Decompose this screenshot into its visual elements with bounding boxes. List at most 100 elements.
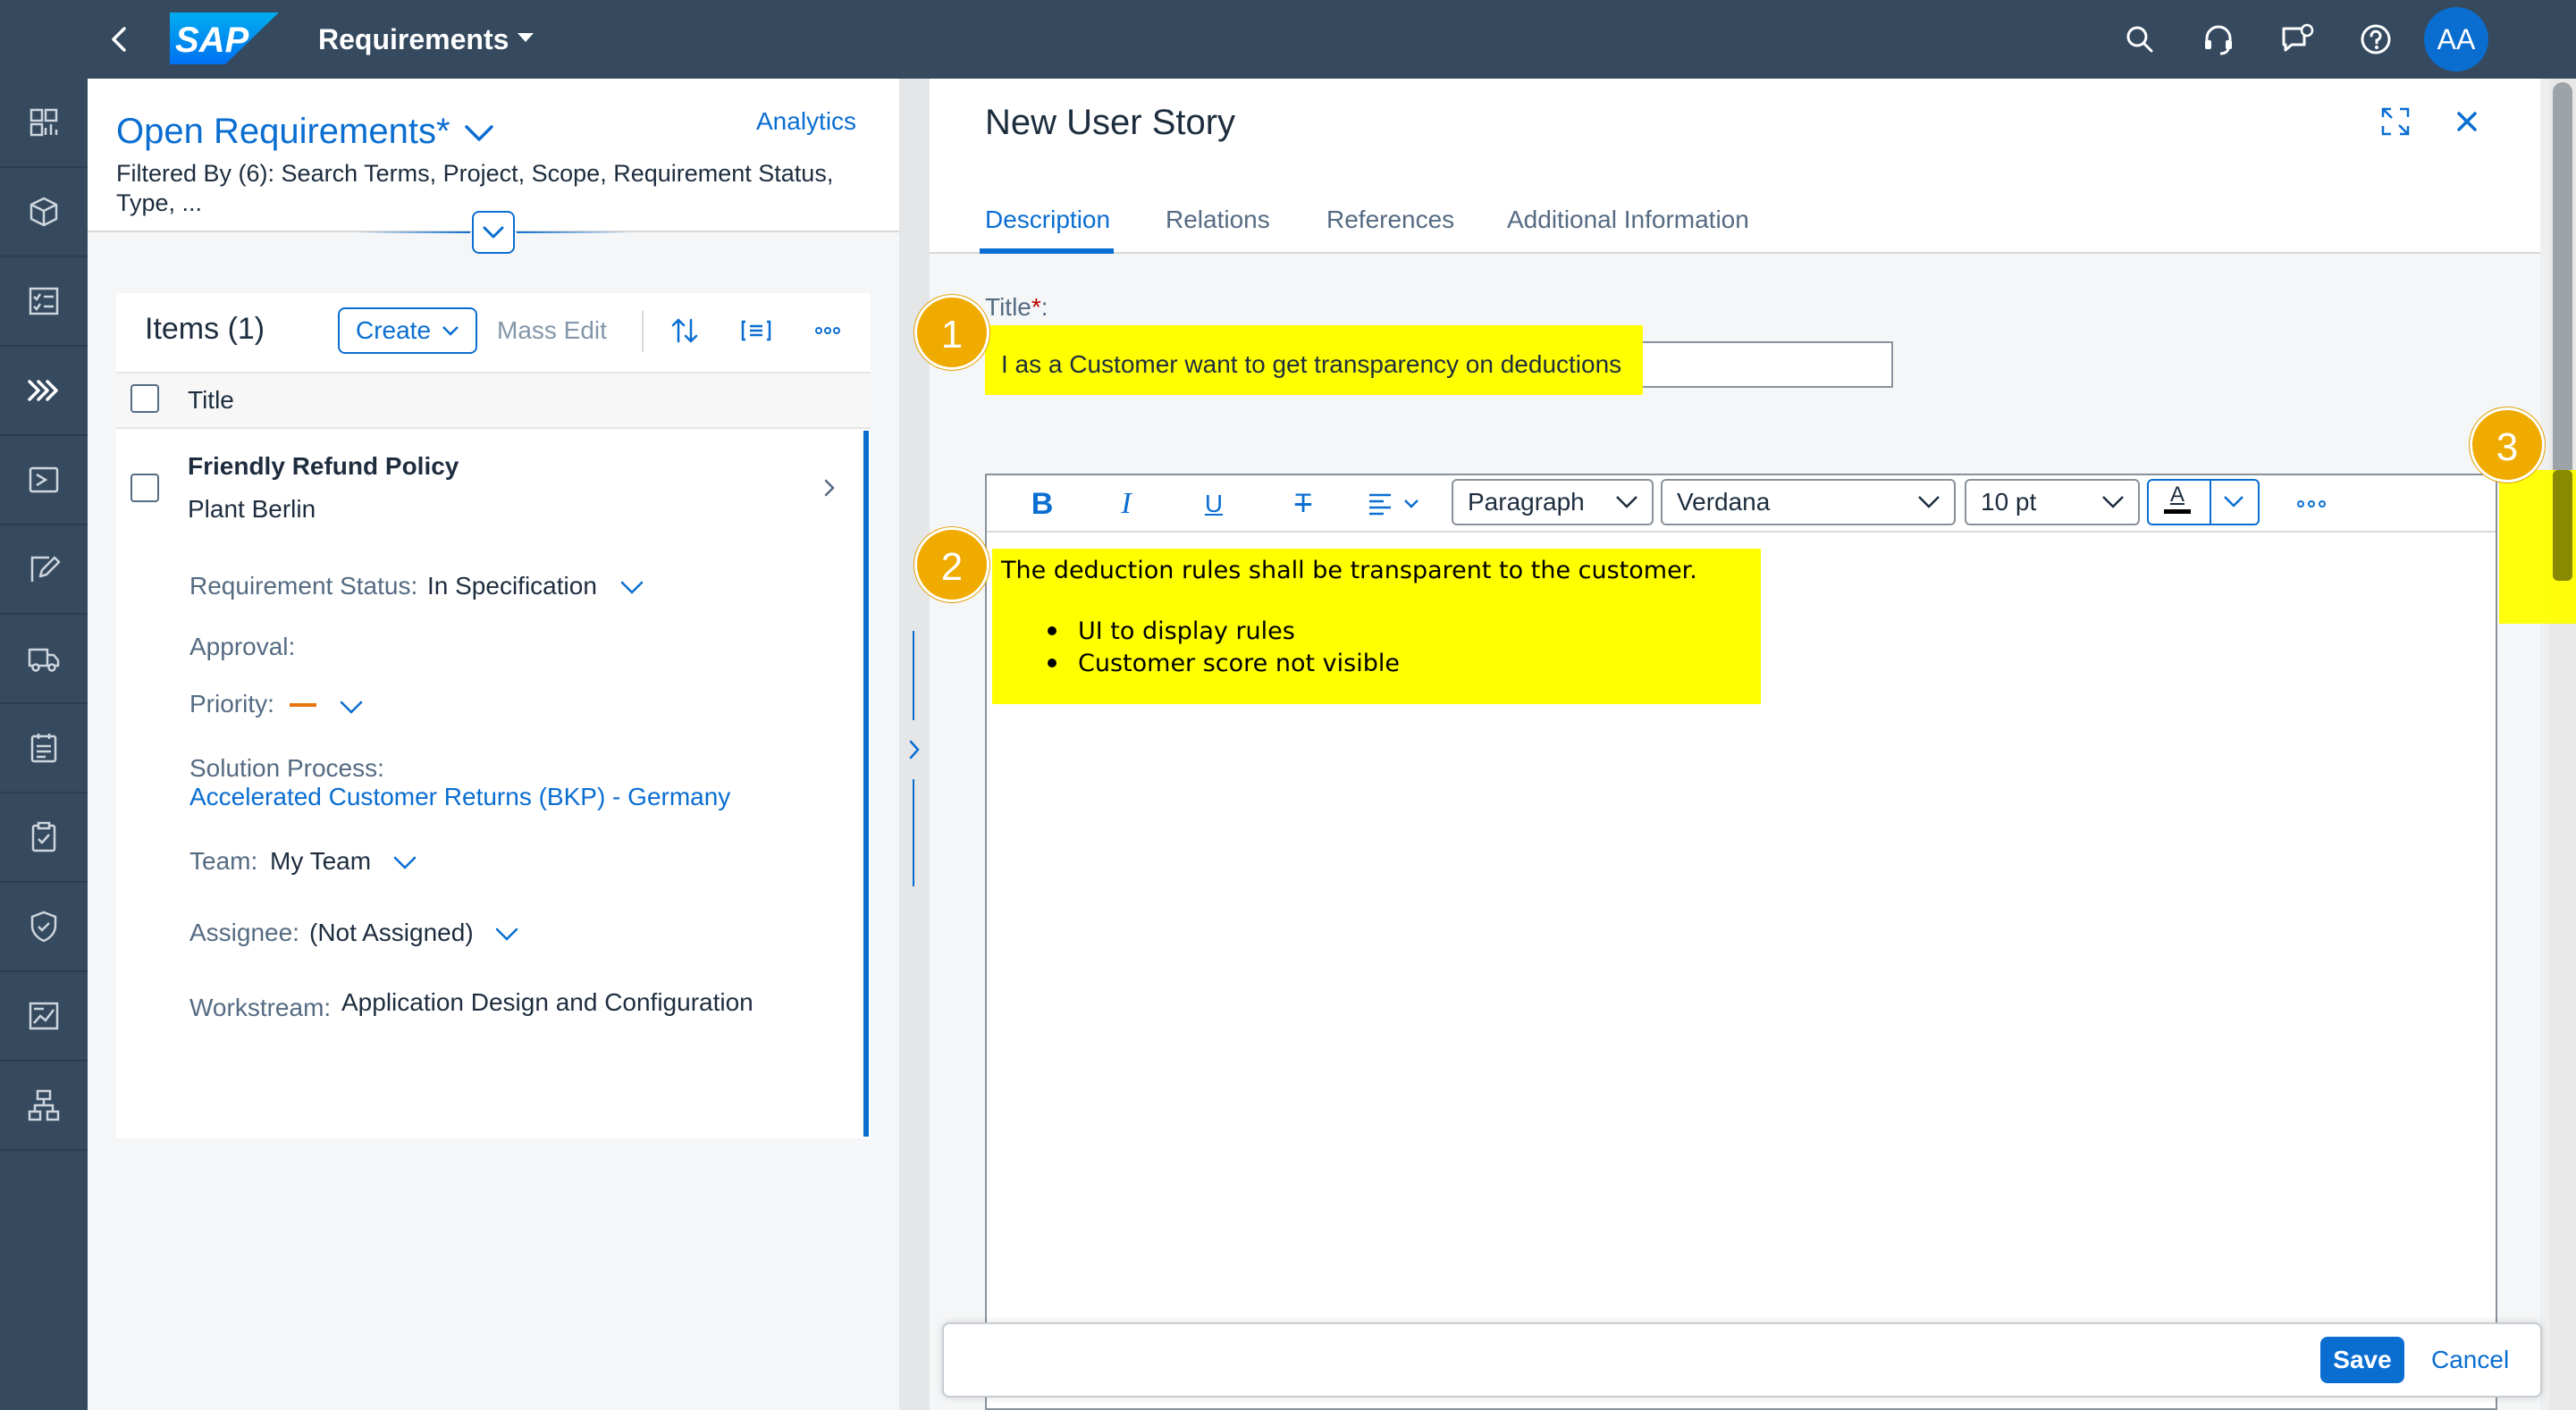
tab-additional-information[interactable]: Additional Information: [1507, 202, 1749, 238]
fullscreen-icon[interactable]: [2376, 102, 2415, 141]
priority-medium-icon: [290, 703, 316, 707]
select-all-checkbox[interactable]: [130, 384, 159, 413]
team-label: Team:: [189, 847, 258, 875]
row-checkbox[interactable]: [130, 474, 159, 502]
tab-description[interactable]: Description: [985, 202, 1110, 238]
user-avatar[interactable]: AA: [2424, 7, 2488, 71]
collapse-header-button[interactable]: [472, 211, 515, 254]
status-dropdown-icon[interactable]: [619, 577, 645, 597]
text-color-letter: A: [2169, 483, 2185, 507]
assignee-dropdown-icon[interactable]: [493, 924, 520, 944]
chevron-down-icon: [1918, 496, 1940, 508]
paragraph-select[interactable]: Paragraph: [1452, 479, 1654, 525]
header-divider-right: [517, 231, 631, 233]
title-dropdown-icon[interactable]: [516, 30, 535, 45]
close-icon[interactable]: [2447, 102, 2487, 141]
underline-button[interactable]: U: [1192, 483, 1235, 525]
item-title[interactable]: Friendly Refund Policy: [188, 450, 459, 483]
column-header-title[interactable]: Title: [188, 384, 234, 416]
italic-button[interactable]: I: [1105, 483, 1148, 525]
editor-more-icon[interactable]: [2290, 483, 2333, 525]
scrollbar-thumb-highlighted[interactable]: [2553, 470, 2572, 581]
list-item: UI to display rules: [1048, 615, 1400, 647]
status-value[interactable]: In Specification: [427, 570, 597, 602]
active-tab-indicator: [980, 248, 1114, 254]
nav-requirements-icon[interactable]: [0, 436, 88, 525]
sap-logo[interactable]: SAP: [170, 13, 279, 64]
title-label-text: Title: [985, 293, 1031, 321]
analytics-link[interactable]: Analytics: [756, 105, 856, 138]
detail-title: New User Story: [985, 103, 1236, 142]
create-label: Create: [355, 316, 432, 344]
feedback-icon[interactable]: [2277, 20, 2317, 59]
cancel-button[interactable]: Cancel: [2431, 1337, 2513, 1383]
font-size-value: 10 pt: [1981, 488, 2037, 516]
chevron-down-icon: [2102, 496, 2124, 508]
team-value[interactable]: My Team: [270, 845, 371, 877]
selected-row-indicator: [863, 431, 869, 1137]
tab-references[interactable]: References: [1326, 202, 1454, 238]
svg-text:SAP: SAP: [175, 21, 249, 60]
align-button[interactable]: [1364, 483, 1428, 525]
nav-analytics-icon[interactable]: [0, 972, 88, 1062]
variant-dropdown-icon[interactable]: [463, 120, 495, 145]
font-select[interactable]: Verdana: [1661, 479, 1956, 525]
nav-process-icon[interactable]: [0, 347, 88, 436]
footer-toolbar: [942, 1322, 2542, 1397]
nav-overview-icon[interactable]: [0, 79, 88, 168]
search-icon[interactable]: [2120, 20, 2159, 59]
save-button[interactable]: Save: [2320, 1337, 2404, 1383]
nav-hierarchy-icon[interactable]: [0, 1062, 88, 1151]
nav-security-icon[interactable]: [0, 883, 88, 972]
nav-tasks-icon[interactable]: [0, 704, 88, 793]
bold-button[interactable]: B: [1021, 483, 1064, 525]
nav-test-icon[interactable]: [0, 793, 88, 883]
app-title[interactable]: Requirements: [318, 18, 509, 61]
text-color-swatch: [2164, 509, 2191, 514]
workstream-label: Workstream:: [189, 994, 332, 1021]
nav-checklist-icon[interactable]: [0, 257, 88, 347]
splitter-line-bottom: [913, 779, 914, 886]
color-dropdown-icon[interactable]: [2220, 491, 2247, 511]
list-item-text: Customer score not visible: [1078, 649, 1400, 677]
assignee-value[interactable]: (Not Assigned): [309, 917, 474, 949]
help-icon[interactable]: [2356, 20, 2395, 59]
item-subtitle: Plant Berlin: [188, 495, 316, 523]
more-options-icon[interactable]: [808, 311, 847, 350]
priority-label: Priority:: [189, 690, 274, 718]
filter-summary: Filtered By (6): Search Terms, Project, …: [116, 160, 834, 216]
callout-badge: 2: [914, 527, 989, 602]
tab-relations[interactable]: Relations: [1166, 202, 1270, 238]
callout-badge: 1: [914, 295, 989, 370]
text-color-icon: A: [2159, 483, 2195, 518]
strikethrough-button[interactable]: T: [1282, 483, 1325, 525]
approval-label: Approval:: [189, 633, 296, 660]
editor-paragraph[interactable]: The deduction rules shall be transparent…: [1001, 556, 1697, 586]
nav-edit-icon[interactable]: [0, 525, 88, 615]
align-left-icon: [1369, 493, 1418, 516]
back-icon[interactable]: [100, 20, 139, 59]
group-icon[interactable]: [737, 311, 776, 350]
header-divider-left: [356, 231, 470, 233]
headset-icon[interactable]: [2199, 20, 2238, 59]
mass-edit-button[interactable]: Mass Edit: [497, 313, 607, 348]
solution-process-label: Solution Process:: [189, 754, 384, 782]
solution-process-link[interactable]: Accelerated Customer Returns (BKP) - Ger…: [189, 781, 730, 813]
title-label-colon: :: [1040, 293, 1048, 321]
team-dropdown-icon[interactable]: [391, 852, 418, 872]
sort-icon[interactable]: [665, 311, 704, 350]
chevron-down-icon: [1616, 496, 1637, 508]
font-size-select[interactable]: 10 pt: [1965, 479, 2140, 525]
assignee-label: Assignee:: [189, 919, 299, 946]
nav-package-icon[interactable]: [0, 168, 88, 257]
variant-title[interactable]: Open Requirements*: [116, 109, 450, 154]
editor-bullet-list[interactable]: UI to display rules Customer score not v…: [1048, 615, 1400, 679]
items-count-title: Items (1): [145, 312, 265, 346]
title-input-value[interactable]: I as a Customer want to get transparency…: [1001, 348, 1621, 381]
row-navigation-icon[interactable]: [819, 475, 840, 500]
paragraph-value: Paragraph: [1468, 488, 1585, 516]
priority-dropdown-icon[interactable]: [338, 697, 365, 717]
nav-delivery-icon[interactable]: [0, 615, 88, 704]
splitter-expand-icon[interactable]: [901, 726, 928, 774]
create-button[interactable]: Create: [338, 307, 477, 354]
